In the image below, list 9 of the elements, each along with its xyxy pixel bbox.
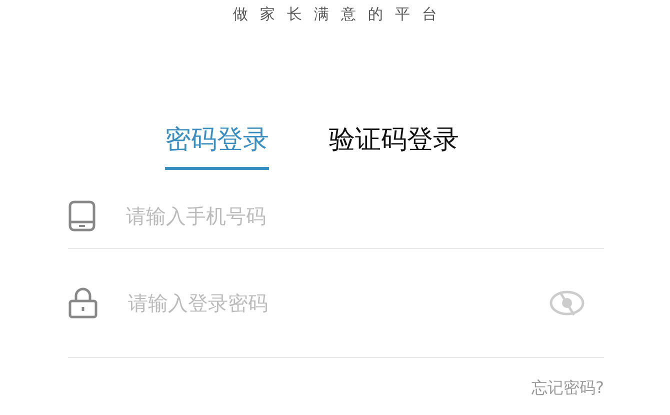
login-tab[interactable]: 验证码登录 <box>329 118 459 170</box>
tagline: 做家长满意的平台 <box>232 4 449 24</box>
login-tab[interactable]: 密码登录 <box>165 118 269 170</box>
lock-icon <box>68 287 98 319</box>
password-field[interactable]: 请输入登录密码 <box>126 290 548 316</box>
phone-field[interactable]: 请输入手机号码 <box>124 203 604 229</box>
eye-off-icon[interactable] <box>548 288 586 318</box>
phone-icon <box>68 200 96 232</box>
forgot-password-link[interactable]: 忘记密码? <box>532 378 604 399</box>
